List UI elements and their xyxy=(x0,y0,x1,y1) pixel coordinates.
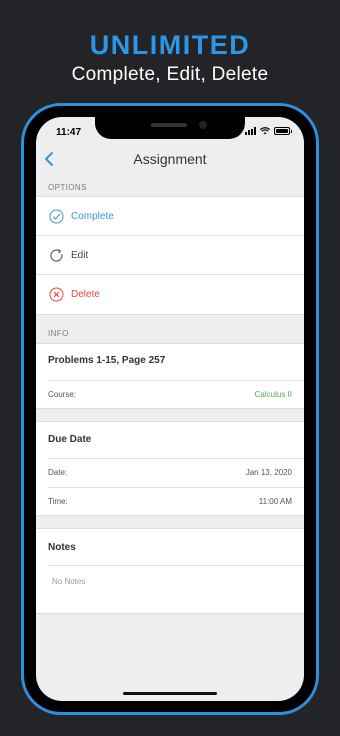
complete-row[interactable]: Complete xyxy=(36,197,304,236)
edit-label: Edit xyxy=(71,249,89,261)
complete-label: Complete xyxy=(71,210,114,222)
notes-divider xyxy=(48,565,304,566)
notes-placeholder[interactable]: No Notes xyxy=(52,577,85,586)
date-value[interactable]: Jan 13, 2020 xyxy=(246,468,292,477)
battery-icon xyxy=(274,127,292,135)
time-key: Time: xyxy=(48,497,68,506)
info-divider xyxy=(48,380,304,381)
phone-screen: 11:47 Assignment OPTIONS Complete Edit D… xyxy=(36,117,304,701)
camera xyxy=(199,121,207,129)
date-key: Date: xyxy=(48,468,68,477)
home-indicator xyxy=(123,692,217,695)
due-title: Due Date xyxy=(48,434,92,445)
assignment-title: Problems 1-15, Page 257 xyxy=(48,355,166,366)
edit-row[interactable]: Edit xyxy=(36,236,304,275)
signal-icon xyxy=(245,127,256,135)
status-icons xyxy=(245,127,292,135)
course-value: Calculus II xyxy=(254,390,292,399)
refresh-icon xyxy=(50,249,63,262)
info-header: INFO xyxy=(48,329,69,338)
status-time: 11:47 xyxy=(56,127,82,138)
due-divider-2 xyxy=(48,487,304,488)
delete-row[interactable]: Delete xyxy=(36,275,304,314)
delete-label: Delete xyxy=(71,289,100,300)
due-group: Due Date Date: Jan 13, 2020 Time: 11:00 … xyxy=(36,421,304,516)
info-group: Problems 1-15, Page 257 Course: Calculus… xyxy=(36,343,304,409)
promo-title: UNLIMITED xyxy=(89,30,251,60)
promo-subtitle: Complete, Edit, Delete xyxy=(71,64,269,85)
options-header: OPTIONS xyxy=(48,183,87,192)
due-divider-1 xyxy=(48,458,304,459)
navbar: Assignment xyxy=(36,145,304,173)
notes-group: Notes No Notes xyxy=(36,528,304,614)
nav-title: Assignment xyxy=(133,151,207,167)
speaker xyxy=(151,123,187,127)
x-circle-icon xyxy=(49,287,64,302)
wifi-icon xyxy=(260,127,270,135)
check-circle-icon xyxy=(49,209,64,224)
notch xyxy=(95,117,245,139)
options-group: Complete Edit Delete xyxy=(36,196,304,315)
notes-title: Notes xyxy=(48,542,76,553)
time-value[interactable]: 11:00 AM xyxy=(259,497,292,506)
course-key: Course: xyxy=(48,390,77,399)
